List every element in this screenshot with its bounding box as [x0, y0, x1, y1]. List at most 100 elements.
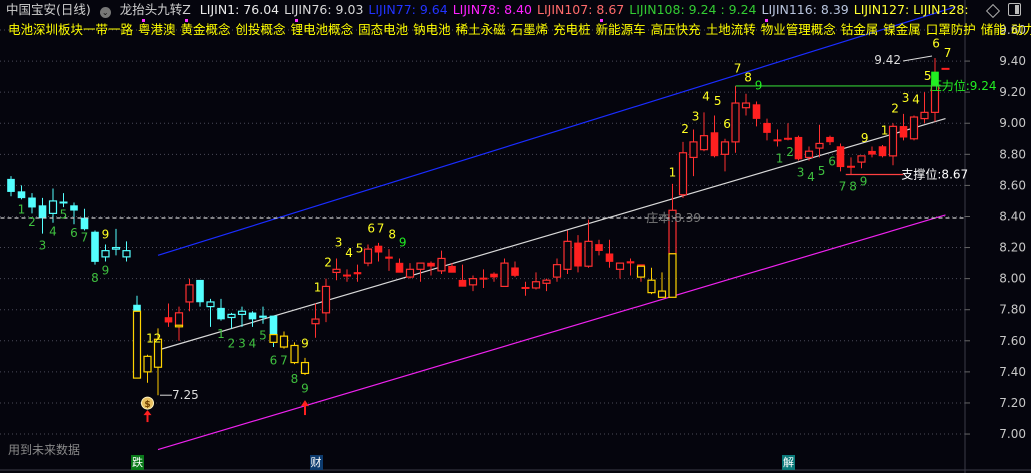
support-line-label: 支撑位:8.67: [901, 167, 968, 182]
concept-tag[interactable]: 镍金属: [883, 22, 921, 37]
sequence-number: 3: [692, 109, 700, 123]
price-levels: 庄本:8.39 压力位:9.24 支撑位:8.67 9.42 7.25: [0, 53, 997, 402]
candle-body: [868, 150, 876, 155]
event-tag[interactable]: 解: [782, 455, 795, 470]
candle-body: [878, 146, 887, 157]
candle-body: [636, 265, 646, 278]
high-marker: 9.42: [874, 53, 901, 67]
candle-body: [416, 262, 425, 270]
candle-body: [437, 257, 446, 272]
concept-tag[interactable]: 固态电池: [358, 22, 408, 37]
candle-body: [143, 355, 152, 373]
y-tick-label: 8.00: [999, 272, 1026, 286]
indicator-value: LIJIN107: 8.67: [536, 2, 625, 17]
candle-body: [615, 262, 625, 270]
concept-tag[interactable]: 口罩防护: [926, 22, 976, 37]
concept-tag[interactable]: 钠电池: [413, 22, 451, 37]
y-tick-label: 7.80: [999, 303, 1026, 317]
sequence-number: 9: [860, 175, 868, 189]
sequence-number: 4: [49, 224, 57, 238]
sequence-number: 7: [377, 221, 385, 235]
diamond-icon[interactable]: [985, 3, 1001, 19]
candle-body: [720, 141, 730, 155]
y-tick-label: 7.00: [999, 427, 1026, 441]
candlestick-chart[interactable]: 7.00 7.20 7.40 7.60 7.80 8.00 8.20 8.40 8.60 8.80…: [0, 0, 1031, 473]
sequence-number: 6: [367, 221, 375, 235]
concept-tag[interactable]: 高压快充: [651, 22, 701, 37]
event-tag[interactable]: 跌: [131, 455, 144, 470]
price-axis: 7.00 7.20 7.40 7.60 7.80 8.00 8.20 8.40 8.60 8.80…: [0, 0, 1031, 473]
trend-lines: [157, 6, 957, 451]
concept-tag[interactable]: 石墨烯: [511, 22, 549, 37]
candle-body: [468, 278, 478, 286]
candle-body: [395, 262, 404, 273]
concept-tag[interactable]: 稀土永磁: [456, 22, 506, 37]
sequence-number: 2: [786, 145, 794, 159]
candle-body: [804, 150, 814, 159]
concept-tag[interactable]: 钴金属: [841, 22, 879, 37]
sequence-number: 8: [91, 271, 99, 285]
concept-tag[interactable]: 储能: [981, 22, 1006, 37]
sequence-number: 6: [828, 155, 836, 169]
concept-tag[interactable]: 电池深圳板块一带一路: [8, 22, 133, 37]
y-tick-label: 7.60: [999, 334, 1026, 348]
candle-body: [111, 246, 121, 250]
concept-tag[interactable]: 物业管理概念: [761, 22, 836, 37]
candle-body: [531, 281, 541, 289]
panel-toggle-icon[interactable]: [1008, 3, 1021, 16]
sequence-number: 4: [702, 89, 710, 103]
y-tick-label: 9.00: [999, 116, 1026, 130]
candle-body: [584, 240, 593, 267]
sequence-number: 8: [849, 179, 857, 193]
dropdown-chevron-icon[interactable]: ⌄: [99, 7, 111, 18]
stock-title[interactable]: 中国宝安(日线): [6, 2, 91, 17]
candle-body: [500, 262, 509, 288]
candle-body: [290, 344, 299, 364]
chart-header: 中国宝安(日线) ⌄ 龙抬头九转Z LIJIN1: 76.04 LIJIN76: …: [6, 2, 979, 18]
sequence-number: 2: [891, 102, 899, 116]
signal-icons: $: [141, 396, 309, 423]
candle-body: [279, 335, 289, 348]
indicator-value: LIJIN127: LIJIN128:: [853, 2, 969, 17]
sequence-number: 3: [902, 91, 910, 105]
concept-tag[interactable]: 锂电池概念: [291, 22, 354, 37]
concept-tag[interactable]: 新能源车: [596, 22, 646, 37]
sequence-number: 3: [39, 238, 47, 252]
candle-body: [48, 200, 58, 214]
channel-mid: [157, 118, 946, 351]
concept-tag[interactable]: 动力: [1011, 22, 1031, 37]
candle-body: [70, 205, 78, 211]
candle-body: [836, 146, 845, 168]
sequence-number: 5: [60, 207, 68, 221]
event-tag[interactable]: 财: [309, 455, 323, 470]
candle-body: [605, 253, 614, 262]
candle-body: [300, 361, 310, 375]
candle-body: [363, 248, 373, 264]
sequence-number: 1: [776, 151, 784, 165]
sequence-number: 8: [388, 228, 396, 242]
candle-body: [133, 304, 141, 312]
concept-tag[interactable]: 土地流转: [706, 22, 756, 37]
indicator-value: LIJIN108: 9.24 : 9.24: [629, 2, 757, 17]
candle-body: [689, 141, 698, 159]
candle-body: [710, 132, 719, 157]
sequence-number: 5: [818, 164, 826, 178]
candle-body: [28, 197, 36, 208]
candle-body: [269, 315, 278, 335]
indicator-value: LIJIN76: 9.03: [284, 2, 364, 17]
candle-body: [563, 240, 572, 270]
candle-body: [259, 315, 267, 318]
sequence-number: 8: [744, 71, 752, 85]
candle-body: [101, 250, 110, 258]
concept-tag[interactable]: 粤港澳: [138, 22, 176, 37]
cost-line-label: 庄本:8.39: [646, 210, 701, 225]
concept-tag[interactable]: 充电桩: [553, 22, 591, 37]
indicator-name[interactable]: 龙抬头九转Z: [120, 2, 191, 17]
y-tick-label: 8.20: [999, 241, 1026, 255]
candle-body: [595, 244, 603, 251]
candle-body: [321, 285, 331, 314]
concept-tag[interactable]: 黄金概念: [181, 22, 231, 37]
concept-tag[interactable]: 创投概念: [236, 22, 286, 37]
candle-body: [217, 307, 225, 320]
candle-body: [752, 104, 761, 119]
